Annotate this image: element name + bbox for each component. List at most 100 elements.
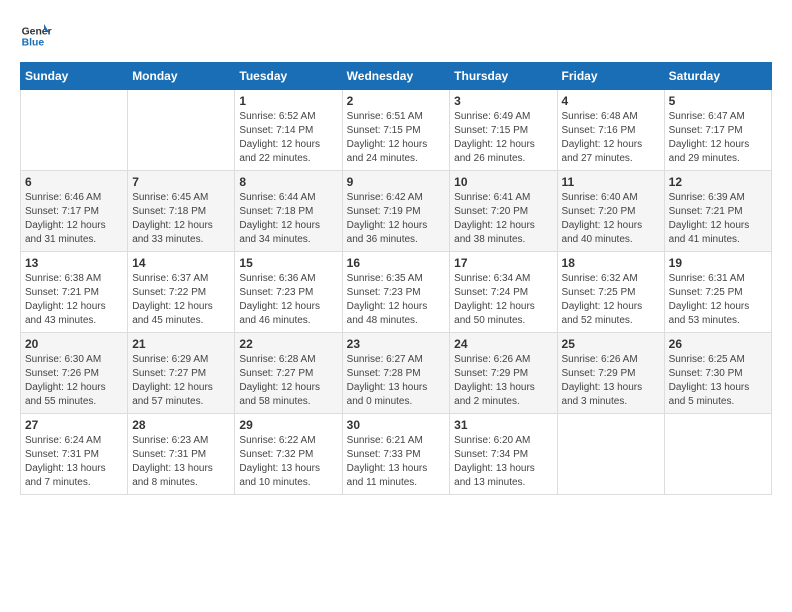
calendar-cell: 11 Sunrise: 6:40 AM Sunset: 7:20 PM Dayli…	[557, 171, 664, 252]
day-number: 27	[25, 418, 123, 432]
day-info: Sunrise: 6:24 AM Sunset: 7:31 PM Dayligh…	[25, 434, 123, 490]
calendar-cell	[128, 90, 235, 171]
calendar-cell: 24 Sunrise: 6:26 AM Sunset: 7:29 PM Dayli…	[450, 333, 557, 414]
day-info: Sunrise: 6:42 AM Sunset: 7:19 PM Dayligh…	[347, 191, 446, 247]
day-info: Sunrise: 6:40 AM Sunset: 7:20 PM Dayligh…	[562, 191, 660, 247]
calendar-cell: 28 Sunrise: 6:23 AM Sunset: 7:31 PM Dayli…	[128, 414, 235, 495]
logo-icon: General Blue	[20, 20, 52, 52]
day-info: Sunrise: 6:32 AM Sunset: 7:25 PM Dayligh…	[562, 272, 660, 328]
calendar-cell	[664, 414, 771, 495]
day-info: Sunrise: 6:49 AM Sunset: 7:15 PM Dayligh…	[454, 110, 552, 166]
calendar-cell	[21, 90, 128, 171]
calendar-week-5: 27 Sunrise: 6:24 AM Sunset: 7:31 PM Dayli…	[21, 414, 772, 495]
day-number: 5	[669, 94, 767, 108]
day-number: 28	[132, 418, 230, 432]
day-number: 4	[562, 94, 660, 108]
day-number: 26	[669, 337, 767, 351]
day-info: Sunrise: 6:25 AM Sunset: 7:30 PM Dayligh…	[669, 353, 767, 409]
calendar-week-4: 20 Sunrise: 6:30 AM Sunset: 7:26 PM Dayli…	[21, 333, 772, 414]
calendar-cell: 16 Sunrise: 6:35 AM Sunset: 7:23 PM Dayli…	[342, 252, 450, 333]
day-number: 1	[239, 94, 337, 108]
weekday-header-friday: Friday	[557, 63, 664, 90]
page-header: General Blue	[20, 20, 772, 52]
calendar-cell: 12 Sunrise: 6:39 AM Sunset: 7:21 PM Dayli…	[664, 171, 771, 252]
day-number: 7	[132, 175, 230, 189]
day-number: 19	[669, 256, 767, 270]
calendar-header-row: SundayMondayTuesdayWednesdayThursdayFrid…	[21, 63, 772, 90]
day-number: 13	[25, 256, 123, 270]
day-info: Sunrise: 6:23 AM Sunset: 7:31 PM Dayligh…	[132, 434, 230, 490]
calendar-cell: 10 Sunrise: 6:41 AM Sunset: 7:20 PM Dayli…	[450, 171, 557, 252]
calendar-cell: 2Sunrise: 6:51 AM Sunset: 7:15 PM Daylig…	[342, 90, 450, 171]
day-info: Sunrise: 6:35 AM Sunset: 7:23 PM Dayligh…	[347, 272, 446, 328]
calendar-week-2: 6 Sunrise: 6:46 AM Sunset: 7:17 PM Daylig…	[21, 171, 772, 252]
day-info: Sunrise: 6:52 AM Sunset: 7:14 PM Dayligh…	[239, 110, 337, 166]
day-info: Sunrise: 6:20 AM Sunset: 7:34 PM Dayligh…	[454, 434, 552, 490]
day-info: Sunrise: 6:29 AM Sunset: 7:27 PM Dayligh…	[132, 353, 230, 409]
calendar-cell: 1 Sunrise: 6:52 AM Sunset: 7:14 PM Daylig…	[235, 90, 342, 171]
day-number: 24	[454, 337, 552, 351]
day-info: Sunrise: 6:45 AM Sunset: 7:18 PM Dayligh…	[132, 191, 230, 247]
day-info: Sunrise: 6:48 AM Sunset: 7:16 PM Dayligh…	[562, 110, 660, 166]
day-number: 29	[239, 418, 337, 432]
day-info: Sunrise: 6:39 AM Sunset: 7:21 PM Dayligh…	[669, 191, 767, 247]
day-number: 23	[347, 337, 446, 351]
day-info: Sunrise: 6:46 AM Sunset: 7:17 PM Dayligh…	[25, 191, 123, 247]
day-info: Sunrise: 6:21 AM Sunset: 7:33 PM Dayligh…	[347, 434, 446, 490]
day-number: 8	[239, 175, 337, 189]
day-info: Sunrise: 6:26 AM Sunset: 7:29 PM Dayligh…	[562, 353, 660, 409]
day-number: 10	[454, 175, 552, 189]
day-number: 20	[25, 337, 123, 351]
calendar-cell: 18 Sunrise: 6:32 AM Sunset: 7:25 PM Dayli…	[557, 252, 664, 333]
calendar-cell: 27 Sunrise: 6:24 AM Sunset: 7:31 PM Dayli…	[21, 414, 128, 495]
day-number: 25	[562, 337, 660, 351]
calendar-cell: 20 Sunrise: 6:30 AM Sunset: 7:26 PM Dayli…	[21, 333, 128, 414]
calendar-cell: 30 Sunrise: 6:21 AM Sunset: 7:33 PM Dayli…	[342, 414, 450, 495]
day-info: Sunrise: 6:30 AM Sunset: 7:26 PM Dayligh…	[25, 353, 123, 409]
day-number: 18	[562, 256, 660, 270]
calendar-cell: 29 Sunrise: 6:22 AM Sunset: 7:32 PM Dayli…	[235, 414, 342, 495]
calendar-cell: 21 Sunrise: 6:29 AM Sunset: 7:27 PM Dayli…	[128, 333, 235, 414]
day-number: 17	[454, 256, 552, 270]
calendar-cell: 9Sunrise: 6:42 AM Sunset: 7:19 PM Daylig…	[342, 171, 450, 252]
calendar-cell: 14 Sunrise: 6:37 AM Sunset: 7:22 PM Dayli…	[128, 252, 235, 333]
day-info: Sunrise: 6:41 AM Sunset: 7:20 PM Dayligh…	[454, 191, 552, 247]
calendar-cell: 17 Sunrise: 6:34 AM Sunset: 7:24 PM Dayli…	[450, 252, 557, 333]
day-number: 14	[132, 256, 230, 270]
day-number: 3	[454, 94, 552, 108]
day-info: Sunrise: 6:47 AM Sunset: 7:17 PM Dayligh…	[669, 110, 767, 166]
weekday-header-monday: Monday	[128, 63, 235, 90]
day-number: 12	[669, 175, 767, 189]
calendar-week-1: 1 Sunrise: 6:52 AM Sunset: 7:14 PM Daylig…	[21, 90, 772, 171]
day-number: 2	[347, 94, 446, 108]
calendar-cell: 15 Sunrise: 6:36 AM Sunset: 7:23 PM Dayli…	[235, 252, 342, 333]
day-info: Sunrise: 6:22 AM Sunset: 7:32 PM Dayligh…	[239, 434, 337, 490]
weekday-header-tuesday: Tuesday	[235, 63, 342, 90]
day-info: Sunrise: 6:28 AM Sunset: 7:27 PM Dayligh…	[239, 353, 337, 409]
day-number: 6	[25, 175, 123, 189]
day-info: Sunrise: 6:34 AM Sunset: 7:24 PM Dayligh…	[454, 272, 552, 328]
calendar-table: SundayMondayTuesdayWednesdayThursdayFrid…	[20, 62, 772, 495]
day-number: 31	[454, 418, 552, 432]
calendar-cell: 22 Sunrise: 6:28 AM Sunset: 7:27 PM Dayli…	[235, 333, 342, 414]
calendar-cell: 4 Sunrise: 6:48 AM Sunset: 7:16 PM Daylig…	[557, 90, 664, 171]
calendar-cell: 23Sunrise: 6:27 AM Sunset: 7:28 PM Dayli…	[342, 333, 450, 414]
calendar-cell: 31 Sunrise: 6:20 AM Sunset: 7:34 PM Dayli…	[450, 414, 557, 495]
calendar-cell: 6 Sunrise: 6:46 AM Sunset: 7:17 PM Daylig…	[21, 171, 128, 252]
calendar-cell: 8Sunrise: 6:44 AM Sunset: 7:18 PM Daylig…	[235, 171, 342, 252]
weekday-header-sunday: Sunday	[21, 63, 128, 90]
day-info: Sunrise: 6:26 AM Sunset: 7:29 PM Dayligh…	[454, 353, 552, 409]
day-number: 16	[347, 256, 446, 270]
day-info: Sunrise: 6:36 AM Sunset: 7:23 PM Dayligh…	[239, 272, 337, 328]
logo: General Blue	[20, 20, 52, 52]
calendar-cell: 7 Sunrise: 6:45 AM Sunset: 7:18 PM Daylig…	[128, 171, 235, 252]
day-info: Sunrise: 6:31 AM Sunset: 7:25 PM Dayligh…	[669, 272, 767, 328]
day-number: 15	[239, 256, 337, 270]
day-number: 21	[132, 337, 230, 351]
day-info: Sunrise: 6:37 AM Sunset: 7:22 PM Dayligh…	[132, 272, 230, 328]
calendar-cell	[557, 414, 664, 495]
day-number: 30	[347, 418, 446, 432]
day-number: 11	[562, 175, 660, 189]
calendar-cell: 3 Sunrise: 6:49 AM Sunset: 7:15 PM Daylig…	[450, 90, 557, 171]
day-number: 22	[239, 337, 337, 351]
